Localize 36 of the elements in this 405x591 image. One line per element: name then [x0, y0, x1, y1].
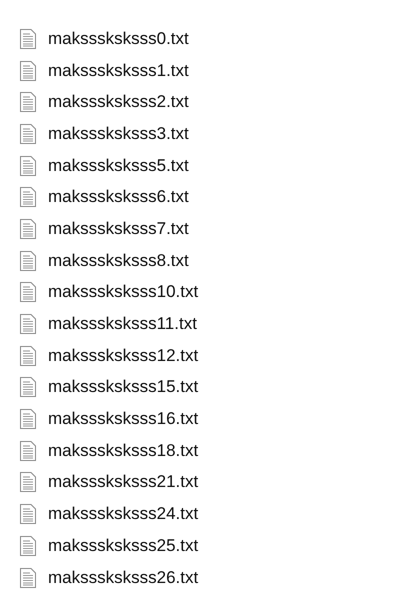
text-file-icon [20, 314, 36, 334]
file-name[interactable]: maksssksksss21.txt [48, 472, 198, 492]
file-name[interactable]: maksssksksss10.txt [48, 282, 198, 302]
text-file-icon [20, 568, 36, 588]
file-name[interactable]: maksssksksss8.txt [48, 250, 189, 271]
text-file-icon [20, 536, 36, 556]
file-name[interactable]: maksssksksss0.txt [48, 28, 189, 49]
text-file-icon [20, 187, 36, 208]
file-name[interactable]: maksssksksss15.txt [48, 377, 198, 398]
text-file-icon [20, 92, 36, 112]
text-file-icon [20, 124, 36, 144]
text-file-icon [20, 377, 36, 398]
text-file-icon [20, 156, 36, 176]
file-name[interactable]: maksssksksss6.txt [48, 187, 189, 208]
file-name[interactable]: maksssksksss3.txt [48, 124, 189, 144]
file-name[interactable]: maksssksksss1.txt [48, 60, 189, 81]
file-name[interactable]: maksssksksss16.txt [48, 409, 198, 430]
file-name[interactable]: maksssksksss5.txt [48, 156, 189, 176]
text-file-icon [20, 28, 36, 49]
text-file-icon [20, 346, 36, 366]
file-name[interactable]: maksssksksss12.txt [48, 346, 198, 366]
file-name[interactable]: maksssksksss26.txt [48, 568, 198, 588]
file-name[interactable]: maksssksksss7.txt [48, 218, 189, 239]
file-name[interactable]: maksssksksss25.txt [48, 536, 198, 556]
text-file-icon [20, 504, 36, 524]
text-file-icon [20, 440, 36, 461]
file-name[interactable]: maksssksksss2.txt [48, 92, 189, 112]
text-file-icon [20, 218, 36, 239]
file-name[interactable]: maksssksksss18.txt [48, 440, 198, 461]
file-name[interactable]: maksssksksss11.txt [48, 314, 197, 334]
text-file-icon [20, 250, 36, 271]
text-file-icon [20, 60, 36, 81]
file-name[interactable]: maksssksksss24.txt [48, 504, 198, 524]
text-file-icon [20, 472, 36, 492]
text-file-icon [20, 282, 36, 302]
text-file-icon [20, 409, 36, 430]
